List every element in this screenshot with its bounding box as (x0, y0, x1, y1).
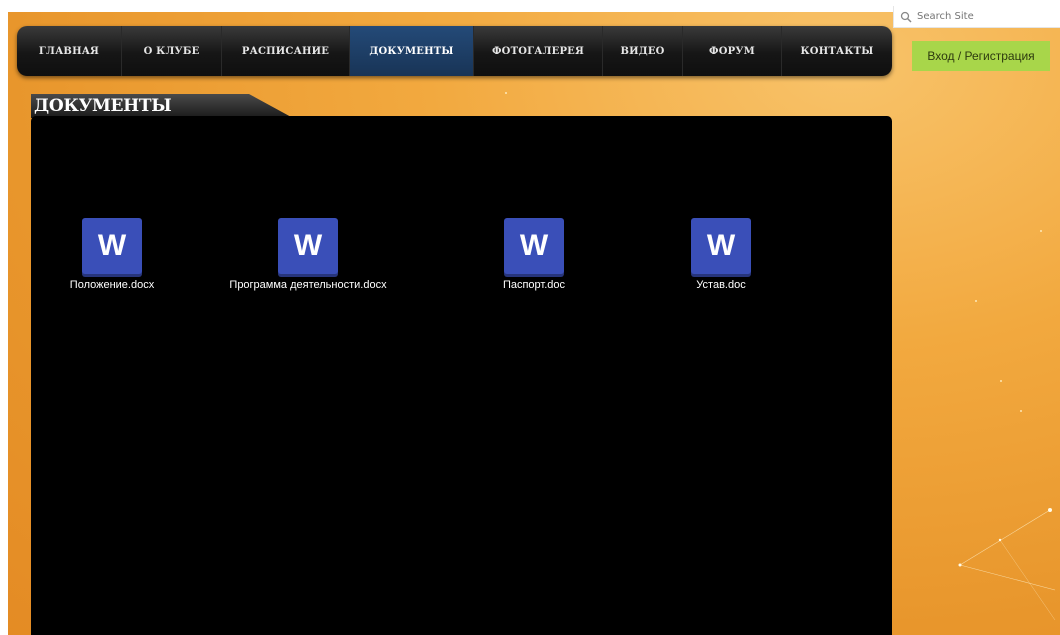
search-icon (900, 11, 912, 23)
main-nav: ГЛАВНАЯ О КЛУБЕ РАСПИСАНИЕ ДОКУМЕНТЫ ФОТ… (17, 26, 892, 76)
sparkle (1000, 380, 1002, 382)
left-strip (0, 0, 8, 635)
search-box[interactable] (893, 6, 1060, 28)
file-item[interactable]: W Устав.doc (621, 218, 821, 291)
file-name[interactable]: Программа деятельности.docx (229, 279, 386, 291)
page-title: ДОКУМЕНТЫ (34, 96, 172, 116)
word-doc-icon[interactable]: W (691, 218, 751, 274)
nav-item-documents[interactable]: ДОКУМЕНТЫ (350, 26, 474, 76)
file-item[interactable]: W Положение.docx (12, 218, 212, 291)
sparkle (1020, 410, 1022, 412)
file-name[interactable]: Устав.doc (696, 279, 745, 291)
word-doc-icon[interactable]: W (82, 218, 142, 274)
documents-panel (31, 116, 892, 635)
sparkle (505, 92, 507, 94)
nav-item-video[interactable]: ВИДЕО (603, 26, 683, 76)
nav-item-home[interactable]: ГЛАВНАЯ (17, 26, 122, 76)
word-doc-icon[interactable]: W (278, 218, 338, 274)
nav-item-schedule[interactable]: РАСПИСАНИЕ (222, 26, 350, 76)
login-register-button[interactable]: Вход / Регистрация (912, 41, 1050, 71)
word-doc-icon[interactable]: W (504, 218, 564, 274)
nav-item-forum[interactable]: ФОРУМ (683, 26, 782, 76)
file-item[interactable]: W Паспорт.doc (434, 218, 634, 291)
nav-item-gallery[interactable]: ФОТОГАЛЕРЕЯ (474, 26, 603, 76)
sparkle (1040, 230, 1042, 232)
sparkle (975, 300, 977, 302)
nav-item-about[interactable]: О КЛУБЕ (122, 26, 222, 76)
background-constellation (958, 508, 1056, 621)
search-input[interactable] (917, 11, 1047, 22)
file-name[interactable]: Паспорт.doc (503, 279, 565, 291)
file-name[interactable]: Положение.docx (70, 279, 154, 291)
file-item[interactable]: W Программа деятельности.docx (208, 218, 408, 291)
nav-item-contacts[interactable]: КОНТАКТЫ (782, 26, 892, 76)
